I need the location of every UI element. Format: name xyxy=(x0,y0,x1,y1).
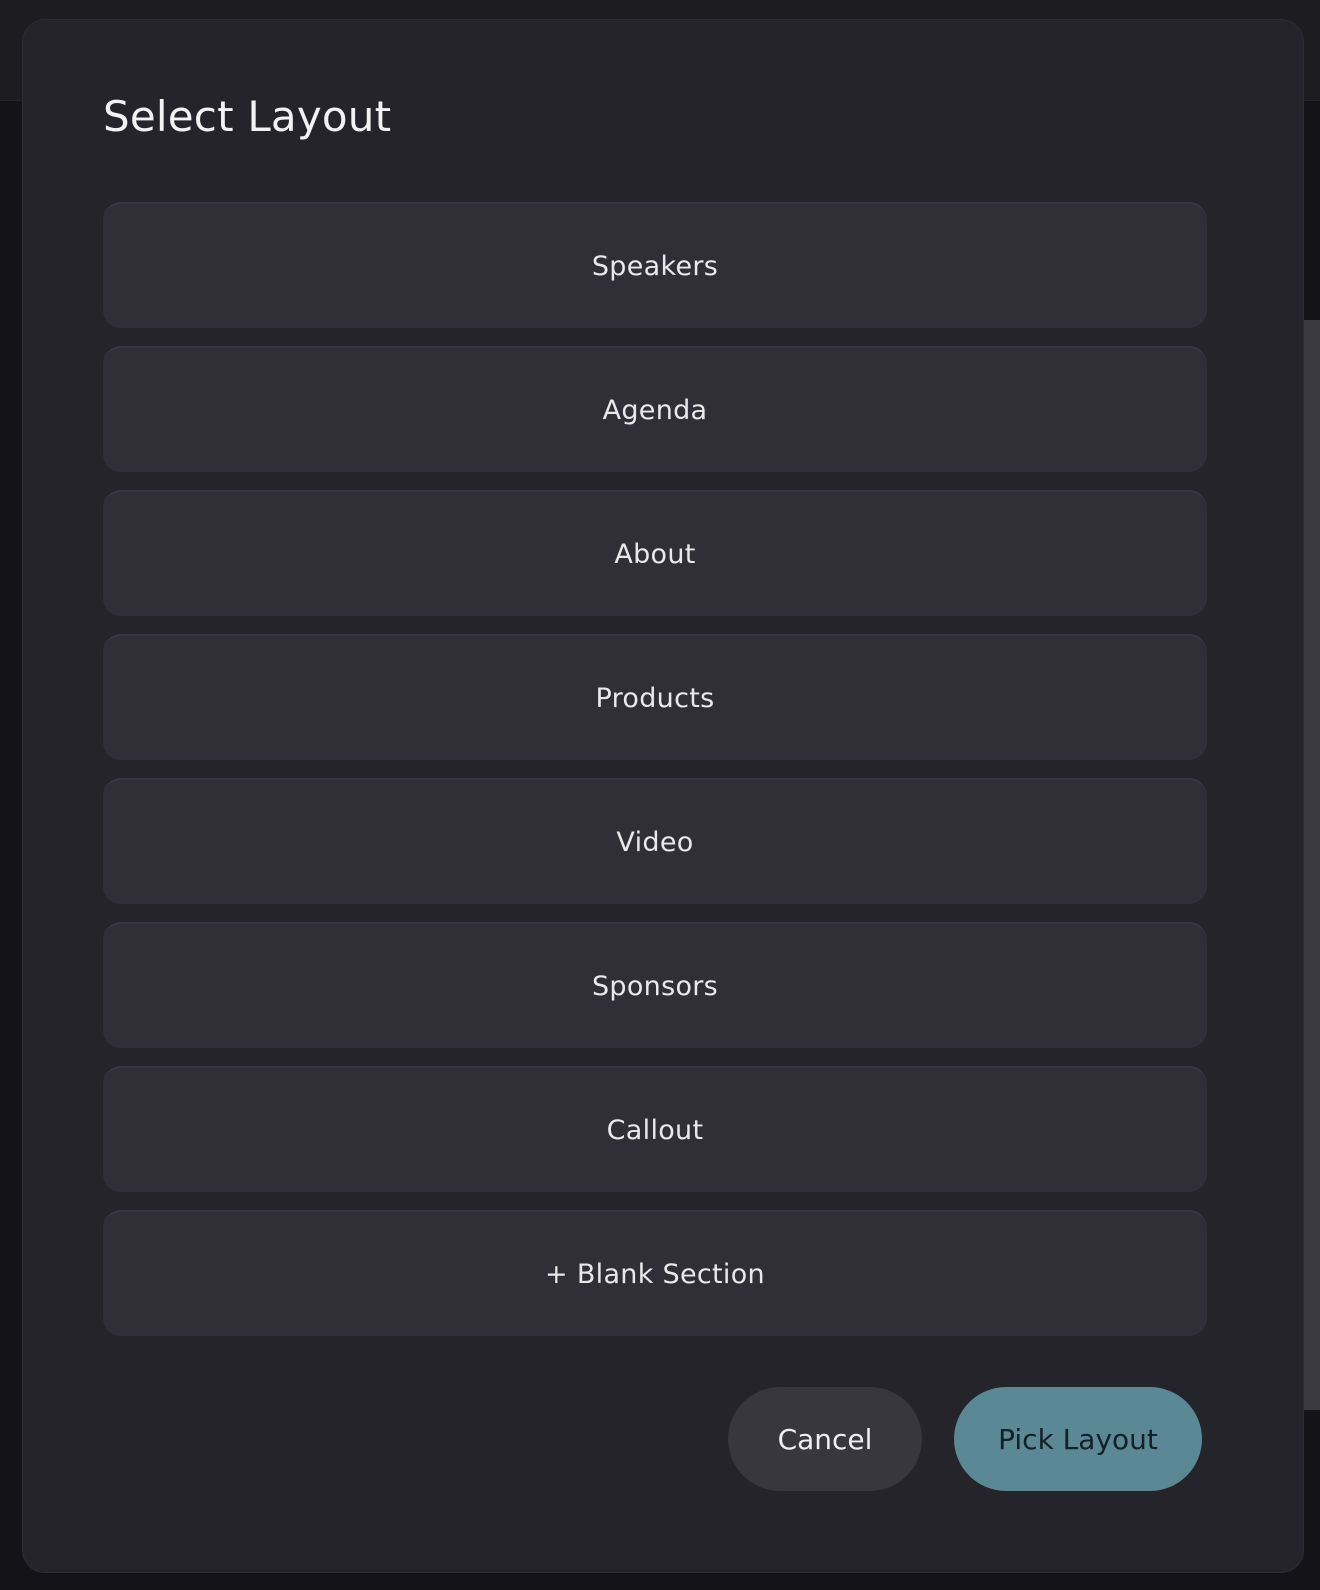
dialog-title: Select Layout xyxy=(103,92,392,141)
layout-option-about[interactable]: About xyxy=(103,490,1207,616)
layout-option-callout[interactable]: Callout xyxy=(103,1066,1207,1192)
background-side-panel xyxy=(1303,320,1320,1410)
layout-option-label: About xyxy=(614,538,696,570)
pick-layout-button[interactable]: Pick Layout xyxy=(954,1387,1202,1491)
layout-option-blank-section[interactable]: + Blank Section xyxy=(103,1210,1207,1336)
layout-option-video[interactable]: Video xyxy=(103,778,1207,904)
layout-option-label: + Blank Section xyxy=(545,1258,765,1290)
layout-option-label: Products xyxy=(595,682,715,714)
layout-option-label: Callout xyxy=(606,1114,704,1146)
layout-option-speakers[interactable]: Speakers xyxy=(103,202,1207,328)
layout-option-label: Agenda xyxy=(602,394,708,426)
layout-option-label: Speakers xyxy=(591,250,719,282)
dialog-footer: Cancel Pick Layout xyxy=(23,1387,1207,1493)
layout-option-label: Video xyxy=(616,826,694,858)
cancel-button[interactable]: Cancel xyxy=(728,1387,922,1491)
layout-option-agenda[interactable]: Agenda xyxy=(103,346,1207,472)
layout-option-sponsors[interactable]: Sponsors xyxy=(103,922,1207,1048)
select-layout-dialog: Select Layout Speakers Agenda About Prod… xyxy=(23,20,1303,1572)
layout-option-products[interactable]: Products xyxy=(103,634,1207,760)
layout-option-list: Speakers Agenda About Products Video Spo… xyxy=(103,202,1207,1354)
layout-option-label: Sponsors xyxy=(591,970,719,1002)
